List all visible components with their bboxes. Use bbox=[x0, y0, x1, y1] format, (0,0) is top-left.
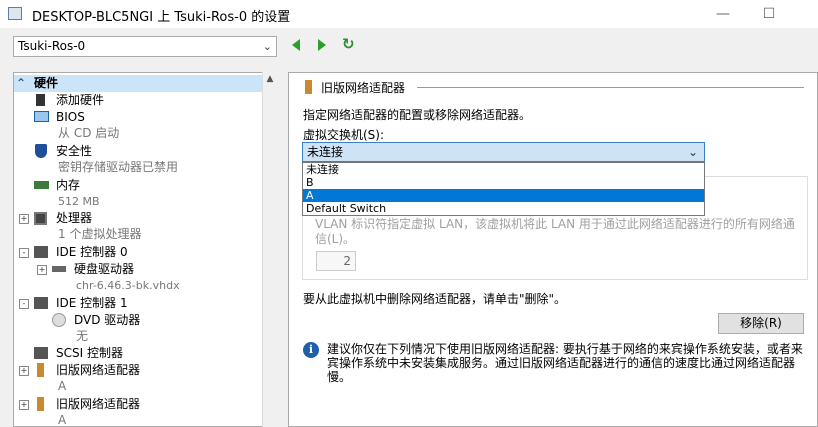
tree-item-label: SCSI 控制器 bbox=[56, 346, 123, 360]
network-adapter-icon bbox=[305, 80, 312, 94]
tree-item-label: DVD 驱动器 bbox=[74, 313, 141, 327]
tree-item-sub: A bbox=[58, 379, 67, 393]
tree-section-hardware[interactable]: ⌃ 硬件 bbox=[14, 75, 263, 92]
tree-item-sub: 无 bbox=[76, 329, 89, 343]
virtual-switch-label: 虚拟交换机(S): bbox=[303, 128, 385, 142]
controller-icon bbox=[34, 246, 48, 258]
virtual-switch-dropdown[interactable]: 未连接 ⌄ bbox=[302, 142, 705, 162]
hardware-tree: ⌃ 硬件 添加硬件 BIOS 从 CD 启动 安全性 密钥存储驱动器已禁用 内存… bbox=[13, 72, 277, 427]
dvd-icon bbox=[52, 313, 66, 327]
tree-item-label: IDE 控制器 0 bbox=[56, 245, 128, 259]
previous-arrow-icon[interactable] bbox=[292, 39, 300, 51]
tree-item-sub: chr-6.46.3-bk.vhdx bbox=[76, 279, 180, 292]
vm-selector[interactable]: Tsuki-Ros-0 ⌄ bbox=[13, 36, 277, 57]
expand-icon[interactable]: + bbox=[37, 265, 47, 275]
tree-item-label: 硬盘驱动器 bbox=[74, 262, 135, 276]
tree-section-label: 硬件 bbox=[34, 76, 59, 90]
switch-option-selected[interactable]: A bbox=[303, 189, 704, 202]
shield-icon bbox=[35, 144, 47, 158]
switch-option[interactable]: B bbox=[303, 176, 704, 189]
maximize-button[interactable]: ☐ bbox=[746, 0, 792, 28]
minimize-button[interactable]: — bbox=[700, 0, 746, 28]
remove-instruction: 要从此虚拟机中删除网络适配器，请单击"删除"。 bbox=[303, 292, 567, 306]
virtual-switch-options[interactable]: 未连接 B A Default Switch bbox=[302, 162, 705, 216]
tree-item-sub: 512 MB bbox=[58, 195, 100, 208]
virtual-switch-value: 未连接 bbox=[307, 145, 344, 159]
network-adapter-icon bbox=[37, 397, 44, 411]
expand-icon[interactable]: - bbox=[19, 299, 29, 309]
expand-icon[interactable]: + bbox=[19, 214, 29, 224]
controller-icon bbox=[34, 347, 48, 359]
info-line: 宾操作系统中未安装集成服务。通过旧版网络适配器进行的通信的速度比通过网络适配器 bbox=[327, 356, 796, 370]
tree-item-sub: 从 CD 启动 bbox=[58, 126, 120, 140]
processor-icon bbox=[34, 212, 47, 225]
bios-icon bbox=[34, 111, 49, 122]
description-text: 指定网络适配器的配置或移除网络适配器。 bbox=[303, 108, 532, 122]
tree-scrollbar[interactable]: ▲ bbox=[262, 72, 277, 427]
tree-item-sub: 密钥存储驱动器已禁用 bbox=[58, 160, 179, 174]
info-icon: i bbox=[303, 342, 319, 358]
tree-item-label: 旧版网络适配器 bbox=[56, 397, 141, 411]
tree-item-sub: 1 个虚拟处理器 bbox=[58, 227, 142, 241]
tree-item-label: 安全性 bbox=[56, 144, 93, 158]
section-divider bbox=[417, 87, 804, 88]
expand-icon[interactable]: + bbox=[19, 366, 29, 376]
tree-item-label: 添加硬件 bbox=[56, 93, 105, 107]
scroll-up-icon[interactable]: ▲ bbox=[263, 72, 277, 87]
chevron-down-icon: ⌄ bbox=[687, 145, 698, 159]
vm-selector-value: Tsuki-Ros-0 bbox=[18, 39, 86, 53]
hard-disk-icon bbox=[52, 266, 66, 272]
app-icon bbox=[8, 7, 22, 20]
remove-button[interactable]: 移除(R) bbox=[718, 313, 804, 334]
window-title: DESKTOP-BLC5NGI 上 Tsuki-Ros-0 的设置 bbox=[32, 10, 291, 25]
expand-icon[interactable]: - bbox=[19, 248, 29, 258]
chevron-down-icon: ⌄ bbox=[262, 40, 272, 53]
network-adapter-icon bbox=[37, 363, 44, 377]
expand-icon[interactable]: + bbox=[19, 400, 29, 410]
tree-item-label: 内存 bbox=[56, 178, 81, 192]
info-text: 建议你仅在下列情况下使用旧版网络适配器: 要执行基于网络的来宾操作系统安装，或者… bbox=[327, 342, 803, 384]
title-bar: DESKTOP-BLC5NGI 上 Tsuki-Ros-0 的设置 — ☐ bbox=[0, 0, 818, 28]
vlan-description: VLAN 标识符指定虚拟 LAN，该虚拟机将此 LAN 用于通过此网络适配器进行… bbox=[315, 217, 795, 246]
tree-item-label: BIOS bbox=[56, 110, 85, 124]
memory-icon bbox=[34, 181, 49, 189]
next-arrow-icon[interactable] bbox=[318, 39, 326, 51]
tree-item-label: IDE 控制器 1 bbox=[56, 296, 128, 310]
section-title: 旧版网络适配器 bbox=[321, 81, 406, 95]
add-hardware-icon bbox=[36, 94, 45, 106]
vlan-id-input[interactable]: 2 bbox=[316, 251, 356, 271]
switch-option[interactable]: Default Switch bbox=[303, 202, 704, 215]
info-line: 建议你仅在下列情况下使用旧版网络适配器: 要执行基于网络的来宾操作系统安装，或者… bbox=[327, 342, 803, 356]
collapse-icon: ⌃ bbox=[16, 76, 27, 90]
controller-icon bbox=[34, 297, 48, 309]
refresh-icon[interactable]: ↻ bbox=[342, 36, 358, 52]
tree-item-sub: A bbox=[58, 413, 67, 427]
tree-item-label: 旧版网络适配器 bbox=[56, 363, 141, 377]
info-line: 慢。 bbox=[327, 370, 352, 384]
switch-option[interactable]: 未连接 bbox=[303, 163, 704, 176]
tree-item-label: 处理器 bbox=[56, 211, 93, 225]
